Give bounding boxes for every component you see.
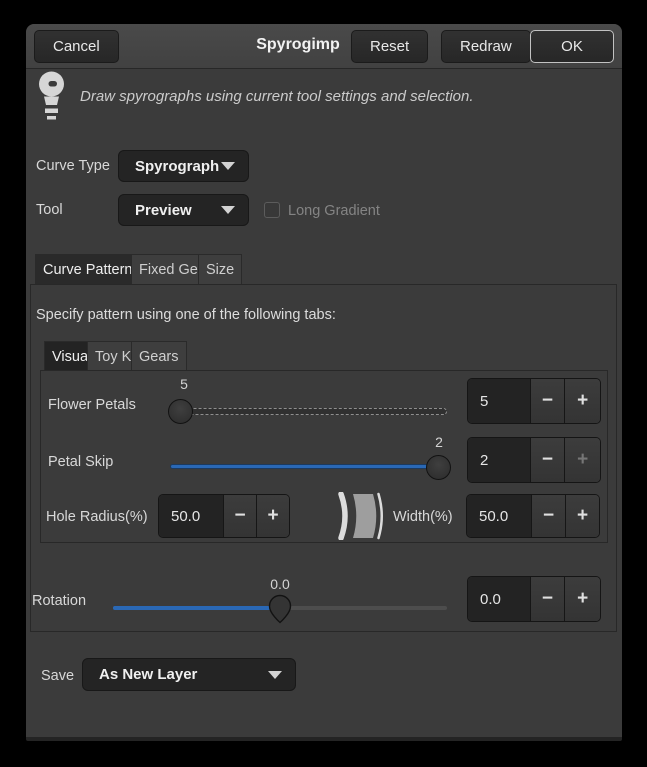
rotation-spinner: 0.0 − + xyxy=(467,576,601,622)
long-gradient-checkbox[interactable] xyxy=(264,202,280,218)
tab-size[interactable]: Size xyxy=(198,254,242,285)
save-value: As New Layer xyxy=(83,666,268,683)
petal-width-icon xyxy=(333,492,385,545)
dialog-description: Draw spyrographs using current tool sett… xyxy=(80,88,474,105)
hole-radius-spinner: 50.0 − + xyxy=(158,494,290,538)
redraw-button[interactable]: Redraw xyxy=(441,30,531,63)
tool-value: Preview xyxy=(119,202,221,219)
hole-radius-input[interactable]: 50.0 xyxy=(159,495,223,537)
petal-skip-spinner: 2 − + xyxy=(467,437,601,483)
width-input[interactable]: 50.0 xyxy=(467,495,531,537)
flower-petals-plus-button[interactable]: + xyxy=(564,379,600,423)
hole-radius-plus-button[interactable]: + xyxy=(256,495,289,537)
petal-skip-minus-button[interactable]: − xyxy=(530,438,565,482)
long-gradient-label: Long Gradient xyxy=(288,202,380,220)
rotation-slider-value: 0.0 xyxy=(263,576,297,592)
width-label: Width(%) xyxy=(393,508,453,526)
pattern-instruction: Specify pattern using one of the followi… xyxy=(36,307,336,323)
width-spinner: 50.0 − + xyxy=(466,494,600,538)
flower-petals-slider-handle[interactable] xyxy=(168,399,193,424)
save-dropdown[interactable]: As New Layer xyxy=(82,658,296,691)
reset-button[interactable]: Reset xyxy=(351,30,428,63)
cancel-button[interactable]: Cancel xyxy=(34,30,119,63)
tool-dropdown[interactable]: Preview xyxy=(118,194,249,226)
chevron-down-icon xyxy=(268,671,282,679)
rotation-minus-button[interactable]: − xyxy=(530,577,565,621)
petal-skip-plus-button[interactable]: + xyxy=(564,438,600,482)
tool-label: Tool xyxy=(36,201,63,219)
petal-skip-slider-value: 2 xyxy=(428,434,450,450)
tab-curve-pattern[interactable]: Curve Pattern xyxy=(35,254,140,285)
curve-type-value: Spyrograph xyxy=(119,158,221,175)
curve-type-dropdown[interactable]: Spyrograph xyxy=(118,150,249,182)
width-plus-button[interactable]: + xyxy=(565,495,599,537)
petal-skip-input[interactable]: 2 xyxy=(468,438,530,482)
rotation-slider-fill xyxy=(113,606,280,610)
width-minus-button[interactable]: − xyxy=(531,495,565,537)
flower-petals-minus-button[interactable]: − xyxy=(530,379,565,423)
petal-skip-slider-handle[interactable] xyxy=(426,455,451,480)
flower-petals-spinner: 5 − + xyxy=(467,378,601,424)
tab-gears[interactable]: Gears xyxy=(131,341,187,371)
rotation-slider-handle[interactable] xyxy=(268,594,292,629)
hole-radius-minus-button[interactable]: − xyxy=(223,495,256,537)
rotation-label: Rotation xyxy=(32,592,86,610)
curve-type-label: Curve Type xyxy=(36,157,110,175)
lightbulb-icon xyxy=(36,70,67,126)
flower-petals-input[interactable]: 5 xyxy=(468,379,530,423)
ok-button[interactable]: OK xyxy=(530,30,614,63)
rotation-plus-button[interactable]: + xyxy=(564,577,600,621)
flower-petals-label: Flower Petals xyxy=(48,396,136,414)
petal-skip-label: Petal Skip xyxy=(48,453,113,471)
chevron-down-icon xyxy=(221,162,235,170)
spyrogimp-dialog: Cancel Spyrogimp Reset Redraw OK Draw sp… xyxy=(26,24,622,741)
rotation-input[interactable]: 0.0 xyxy=(468,577,530,621)
save-label: Save xyxy=(41,667,74,685)
hole-radius-label: Hole Radius(%) xyxy=(46,508,148,526)
flower-petals-slider-track[interactable] xyxy=(170,408,447,415)
header-bar: Cancel Spyrogimp Reset Redraw OK xyxy=(26,24,622,69)
chevron-down-icon xyxy=(221,206,235,214)
petal-skip-slider-track[interactable] xyxy=(170,464,447,469)
flower-petals-slider-value: 5 xyxy=(173,376,195,392)
